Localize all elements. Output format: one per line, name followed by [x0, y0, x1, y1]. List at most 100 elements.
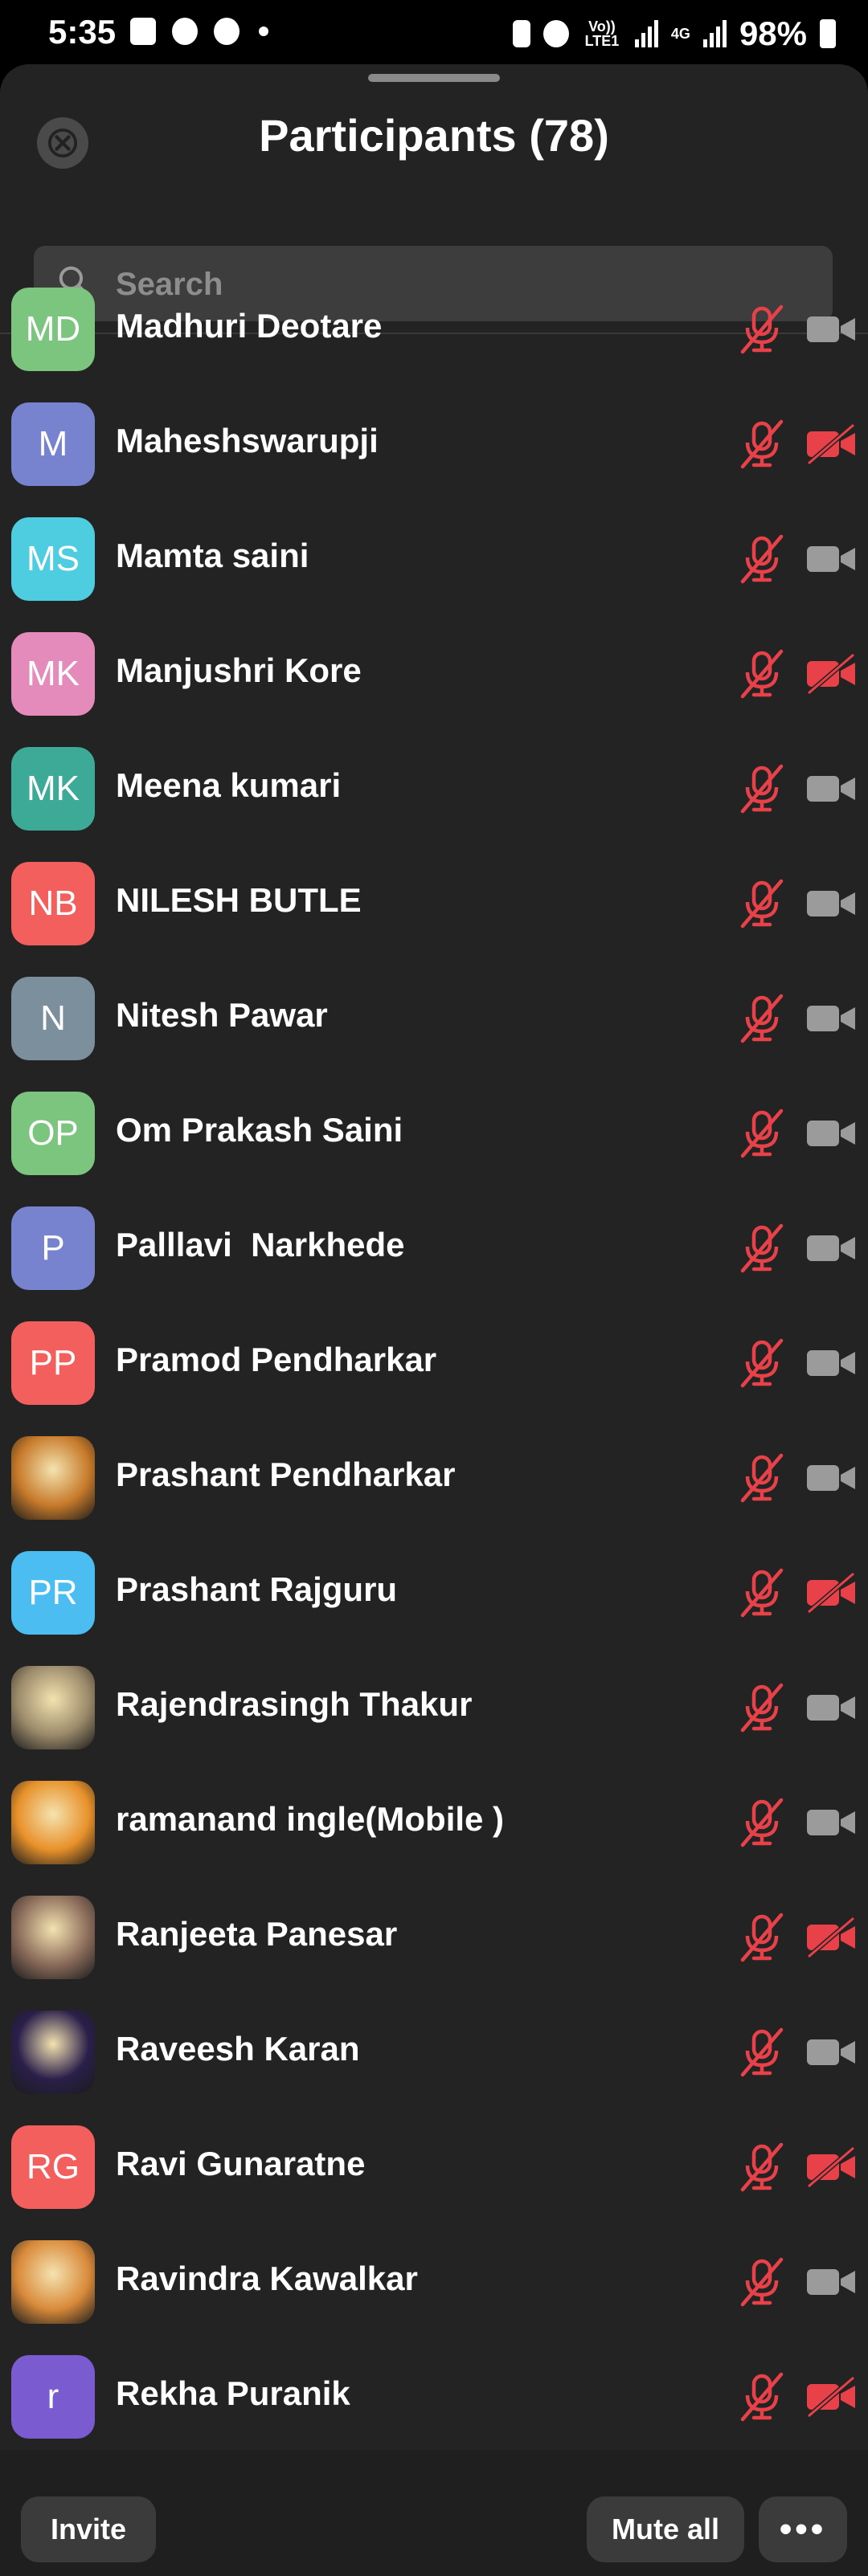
mic-muted-icon[interactable]	[736, 2141, 788, 2193]
payment-icon	[214, 18, 240, 45]
mic-muted-icon[interactable]	[736, 1452, 788, 1504]
participant-name: Ravindra Kawalkar	[116, 2260, 418, 2297]
status-time: 5:35	[48, 13, 117, 51]
lte-indicator: Vo)) LTE1	[584, 18, 620, 49]
participant-name: Nitesh Pawar	[116, 996, 328, 1034]
mic-muted-icon[interactable]	[736, 993, 788, 1044]
participant-row[interactable]: M Maheshswarupji	[0, 386, 868, 501]
video-off-icon[interactable]	[805, 1571, 857, 1615]
mic-muted-icon[interactable]	[736, 533, 788, 585]
participant-name: Raveesh Karan	[116, 2030, 360, 2068]
participant-row[interactable]: PR Prashant Rajguru	[0, 1535, 868, 1650]
drag-handle[interactable]	[368, 74, 500, 82]
close-button[interactable]	[37, 117, 88, 169]
participant-name: Madhuri Deotare	[116, 307, 383, 345]
video-camera-icon[interactable]	[805, 768, 857, 810]
mic-muted-icon[interactable]	[736, 648, 788, 700]
participant-row[interactable]: P Palllavi Narkhede	[0, 1190, 868, 1305]
battery-saver-icon	[512, 20, 530, 47]
participant-name: ramanand ingle(Mobile )	[116, 1800, 505, 1838]
video-camera-icon[interactable]	[805, 1112, 857, 1154]
video-camera-icon[interactable]	[805, 1342, 857, 1384]
video-camera-icon[interactable]	[805, 1227, 857, 1269]
participant-row[interactable]: NB NILESH BUTLE	[0, 846, 868, 961]
mic-muted-icon[interactable]	[736, 1108, 788, 1159]
mute-all-button[interactable]: Mute all	[587, 2496, 744, 2562]
video-off-icon[interactable]	[805, 2145, 857, 2189]
participant-name: Prashant Pendharkar	[116, 1455, 456, 1493]
video-camera-icon[interactable]	[805, 2261, 857, 2303]
video-camera-icon[interactable]	[805, 1457, 857, 1499]
participant-list[interactable]: MD Madhuri Deotare M Maheshswarupji MS Mamta …	[0, 271, 868, 2450]
video-camera-icon[interactable]	[805, 998, 857, 1039]
mic-muted-icon[interactable]	[736, 1682, 788, 1733]
avatar: r	[11, 2355, 95, 2439]
mic-muted-icon[interactable]	[736, 1567, 788, 1619]
mic-muted-icon[interactable]	[736, 2256, 788, 2308]
mic-muted-icon[interactable]	[736, 418, 788, 470]
mic-muted-icon[interactable]	[736, 763, 788, 814]
avatar: NB	[11, 862, 95, 945]
avatar: M	[11, 402, 95, 486]
video-camera-icon[interactable]	[805, 1687, 857, 1729]
page-title: Participants (78)	[259, 110, 609, 161]
participant-row[interactable]: MK Manjushri Kore	[0, 616, 868, 731]
participant-name: Ranjeeta Panesar	[116, 1915, 398, 1953]
invite-button[interactable]: Invite	[21, 2496, 156, 2562]
participant-row[interactable]: MK Meena kumari	[0, 731, 868, 846]
more-options-button[interactable]: •••	[759, 2496, 847, 2562]
avatar: MS	[11, 517, 95, 601]
participant-row[interactable]: ramanand ingle(Mobile )	[0, 1765, 868, 1880]
participant-name: NILESH BUTLE	[116, 881, 362, 919]
video-camera-icon[interactable]	[805, 538, 857, 580]
participant-name: Pramod Pendharkar	[116, 1341, 437, 1378]
video-camera-icon[interactable]	[805, 2031, 857, 2073]
mic-muted-icon[interactable]	[736, 1223, 788, 1274]
video-camera-icon[interactable]	[805, 308, 857, 350]
participant-name: Palllavi Narkhede	[116, 1226, 405, 1264]
video-camera-icon[interactable]	[805, 883, 857, 925]
mic-muted-icon[interactable]	[736, 2371, 788, 2423]
avatar: MK	[11, 632, 95, 716]
video-off-icon[interactable]	[805, 2375, 857, 2419]
participant-row[interactable]: Ranjeeta Panesar	[0, 1880, 868, 1994]
mic-muted-icon[interactable]	[736, 2027, 788, 2078]
participant-row[interactable]: RG Ravi Gunaratne	[0, 2109, 868, 2224]
avatar-photo	[11, 1436, 95, 1520]
participant-row[interactable]: MD Madhuri Deotare	[0, 271, 868, 386]
participant-row[interactable]: Prashant Pendharkar	[0, 1420, 868, 1535]
mic-muted-icon[interactable]	[736, 1797, 788, 1848]
participant-row[interactable]: Raveesh Karan	[0, 1994, 868, 2109]
avatar: P	[11, 1206, 95, 1290]
participant-row[interactable]: Rajendrasingh Thakur	[0, 1650, 868, 1765]
participant-name: Manjushri Kore	[116, 651, 362, 689]
participant-row[interactable]: OP Om Prakash Saini	[0, 1076, 868, 1190]
participant-name: Meena kumari	[116, 766, 342, 804]
gallery-icon	[130, 18, 156, 45]
video-camera-icon[interactable]	[805, 1802, 857, 1843]
participant-name: Mamta saini	[116, 537, 309, 574]
participant-row[interactable]: Ravindra Kawalkar	[0, 2224, 868, 2339]
alarm-icon	[542, 20, 569, 47]
participant-name: Rekha Puranik	[116, 2374, 350, 2412]
mic-muted-icon[interactable]	[736, 1337, 788, 1389]
system-icons: Vo)) LTE1 4G 98%	[512, 14, 836, 53]
participant-row[interactable]: PP Pramod Pendharkar	[0, 1305, 868, 1420]
participant-row[interactable]: MS Mamta saini	[0, 501, 868, 616]
video-off-icon[interactable]	[805, 423, 857, 466]
participant-name: Ravi Gunaratne	[116, 2145, 366, 2182]
participant-row[interactable]: r Rekha Puranik	[0, 2339, 868, 2450]
mic-muted-icon[interactable]	[736, 878, 788, 929]
mic-muted-icon[interactable]	[736, 304, 788, 355]
mic-muted-icon[interactable]	[736, 1912, 788, 1963]
bottom-toolbar: Invite Mute all •••	[0, 2450, 868, 2576]
battery-icon	[820, 19, 836, 48]
video-off-icon[interactable]	[805, 1916, 857, 1959]
avatar-photo	[11, 1896, 95, 1979]
avatar: N	[11, 977, 95, 1060]
participant-row[interactable]: N Nitesh Pawar	[0, 961, 868, 1076]
avatar: MD	[11, 288, 95, 371]
video-off-icon[interactable]	[805, 652, 857, 696]
location-icon	[172, 18, 198, 45]
participant-name: Maheshswarupji	[116, 422, 379, 459]
